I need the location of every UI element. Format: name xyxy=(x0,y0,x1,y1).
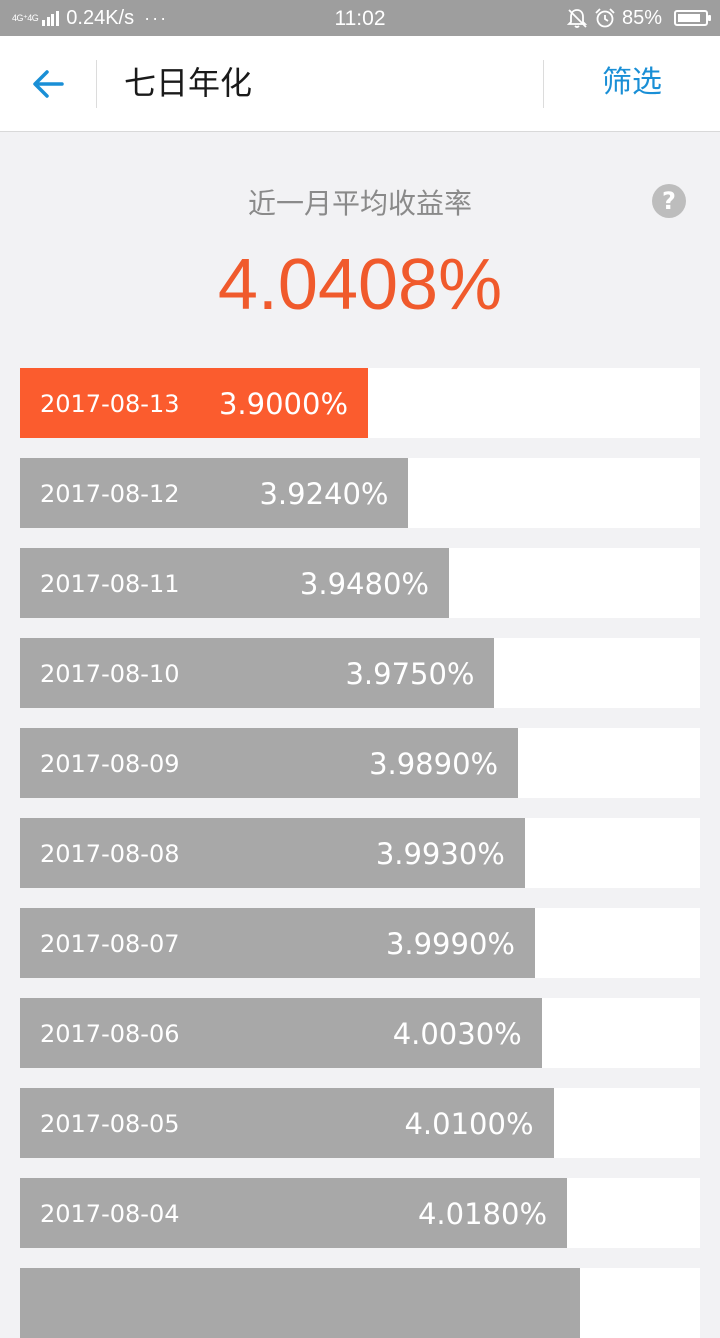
rate-value: 3.9750% xyxy=(345,657,475,691)
status-bar: 4G⁺4G 0.24K/s ··· 11:02 85% xyxy=(0,0,720,36)
back-button[interactable] xyxy=(24,60,72,108)
rate-value: 3.9480% xyxy=(299,567,429,601)
rate-value: 4.0100% xyxy=(404,1107,534,1141)
rate-row[interactable] xyxy=(20,1268,700,1338)
rate-date: 2017-08-06 xyxy=(40,1020,180,1048)
rate-value: 3.9990% xyxy=(385,927,515,961)
rate-row[interactable]: 2017-08-04 4.0180% xyxy=(20,1178,700,1248)
rate-row[interactable]: 2017-08-13 3.9000% xyxy=(20,368,700,438)
mute-bell-icon xyxy=(566,9,588,28)
rate-row[interactable]: 2017-08-06 4.0030% xyxy=(20,998,700,1068)
rate-bar xyxy=(20,1268,580,1338)
rate-date: 2017-08-09 xyxy=(40,750,180,778)
rate-row[interactable]: 2017-08-05 4.0100% xyxy=(20,1088,700,1158)
summary-value: 4.0408% xyxy=(217,245,503,325)
help-icon[interactable]: ? xyxy=(652,184,686,218)
rate-date: 2017-08-05 xyxy=(40,1110,180,1138)
rate-date: 2017-08-10 xyxy=(40,660,180,688)
summary-label: 近一月平均收益率 xyxy=(247,187,472,220)
rate-row[interactable]: 2017-08-09 3.9890% xyxy=(20,728,700,798)
rate-date: 2017-08-07 xyxy=(40,930,180,958)
rate-value: 3.9000% xyxy=(218,387,348,421)
rate-value: 3.9890% xyxy=(369,747,499,781)
alarm-clock-icon xyxy=(595,8,615,28)
rate-row[interactable]: 2017-08-08 3.9930% xyxy=(20,818,700,888)
rate-row[interactable]: 2017-08-07 3.9990% xyxy=(20,908,700,978)
rate-value: 3.9930% xyxy=(375,837,505,871)
app-header: 七日年化 筛选 xyxy=(0,36,720,132)
rate-row[interactable]: 2017-08-11 3.9480% xyxy=(20,548,700,618)
battery-percent: 85% xyxy=(621,6,662,29)
rate-row[interactable]: 2017-08-12 3.9240% xyxy=(20,458,700,528)
filter-button[interactable]: 筛选 xyxy=(544,36,720,132)
battery-fill xyxy=(678,14,701,22)
rate-date: 2017-08-13 xyxy=(40,390,180,418)
rate-row[interactable]: 2017-08-10 3.9750% xyxy=(20,638,700,708)
rate-value: 3.9240% xyxy=(259,477,389,511)
header-divider xyxy=(96,60,97,108)
rate-value: 4.0030% xyxy=(392,1017,522,1051)
arrow-left-icon xyxy=(33,70,64,98)
rate-date: 2017-08-08 xyxy=(40,840,180,868)
status-right: 85% xyxy=(566,0,711,36)
page-title: 七日年化 xyxy=(124,64,253,102)
rate-date: 2017-08-11 xyxy=(40,570,180,598)
rate-date: 2017-08-04 xyxy=(40,1200,180,1228)
rate-value: 4.0180% xyxy=(417,1197,547,1231)
battery-icon xyxy=(674,10,711,26)
rate-date: 2017-08-12 xyxy=(40,480,180,508)
